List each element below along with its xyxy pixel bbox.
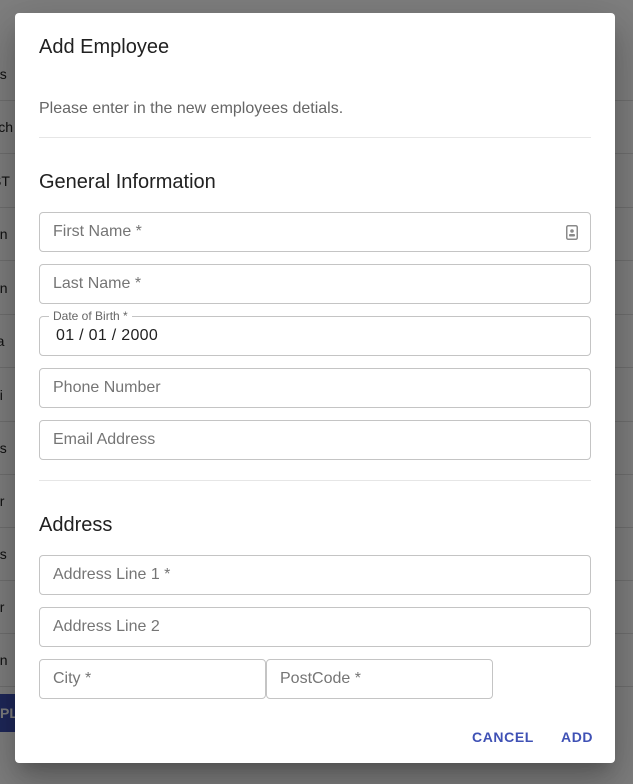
cancel-button[interactable]: CANCEL: [472, 727, 534, 747]
dialog-title: Add Employee: [39, 36, 170, 58]
contact-card-icon[interactable]: [566, 225, 578, 240]
general-information-heading: General Information: [39, 171, 216, 193]
email-address-field[interactable]: Email Address: [39, 420, 591, 460]
date-of-birth-label: Date of Birth *: [49, 309, 132, 323]
phone-number-field[interactable]: Phone Number: [39, 368, 591, 408]
add-button[interactable]: ADD: [561, 727, 593, 747]
first-name-placeholder: First Name *: [53, 223, 142, 240]
date-of-birth-field[interactable]: Date of Birth * 01 / 01 / 2000: [39, 309, 591, 356]
dialog-description: Please enter in the new employees detial…: [39, 100, 344, 117]
postcode-field[interactable]: PostCode *: [266, 659, 493, 699]
address-line-2-field[interactable]: Address Line 2: [39, 607, 591, 647]
city-placeholder: City *: [53, 670, 92, 687]
address-line-1-field[interactable]: Address Line 1 *: [39, 555, 591, 595]
date-of-birth-value: 01 / 01 / 2000: [56, 327, 159, 344]
last-name-field[interactable]: Last Name *: [39, 264, 591, 304]
city-field[interactable]: City *: [39, 659, 266, 699]
first-name-field[interactable]: First Name *: [39, 212, 591, 252]
address-line-1-placeholder: Address Line 1 *: [53, 566, 171, 583]
divider: [39, 137, 591, 138]
last-name-placeholder: Last Name *: [53, 275, 142, 292]
phone-number-placeholder: Phone Number: [53, 379, 161, 396]
postcode-placeholder: PostCode *: [280, 670, 361, 687]
address-line-2-placeholder: Address Line 2: [53, 618, 160, 635]
email-address-placeholder: Email Address: [53, 431, 156, 448]
add-employee-dialog: Add Employee Please enter in the new emp…: [15, 13, 615, 763]
divider: [39, 480, 591, 481]
address-heading: Address: [39, 514, 113, 536]
